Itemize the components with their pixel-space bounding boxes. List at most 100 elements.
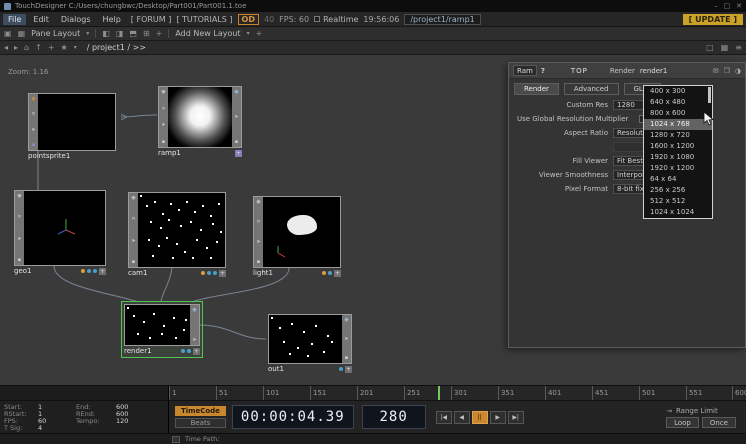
render-flag-icon[interactable]: ➤ [31,127,35,133]
bypass-flag-icon[interactable]: ✕ [131,216,135,222]
viewer-flag-icon[interactable]: ◉ [17,193,21,199]
time-path-menu-button[interactable] [172,436,180,443]
render-flag-icon[interactable]: ➤ [17,236,21,242]
frame-display[interactable]: 280 [362,405,426,429]
node-light1[interactable]: ◉ ✕ ➤ ▪ light1 + [253,196,341,277]
resolution-option[interactable]: 1920 x 1200 [644,163,712,174]
resolution-option[interactable]: 1280 x 720 [644,130,712,141]
node-viewer[interactable] [263,197,340,267]
pane-layout-menu[interactable]: Pane Layout [31,29,80,38]
add-flag-button[interactable]: + [219,270,226,277]
lock-flag-icon[interactable]: ▪ [32,142,35,148]
pane-single-icon[interactable]: ▣ [4,29,12,38]
render-flag-icon[interactable]: ➤ [131,238,135,244]
loop-button[interactable]: Loop [666,417,699,428]
node-ramp1[interactable]: ◉ ✕ ➤ ▪ ◉ ➤ ▪ ramp1 + [158,86,242,157]
viewer-flag-icon[interactable]: ◉ [31,96,35,102]
realtime-checkbox-icon[interactable] [314,16,320,22]
tab-advanced[interactable]: Advanced [564,83,619,95]
tab-render[interactable]: Render [514,83,559,95]
color-dot[interactable] [207,271,211,275]
split-top-icon[interactable]: ⬒ [129,29,137,38]
param-label[interactable]: Use Global Resolution Multiplier [509,115,633,123]
export-flag-icon[interactable]: ➤ [192,337,196,343]
op-name-label[interactable]: render1 [640,67,668,75]
bypass-flag-icon[interactable]: ✕ [31,111,35,117]
viewer-mode-icon[interactable]: □ [706,43,714,52]
custom-res-width-field[interactable]: 1280 [613,100,645,110]
resolution-option[interactable]: 640 x 480 [644,97,712,108]
display-flag-icon[interactable]: ◉ [192,307,196,313]
resolution-dropdown[interactable]: 400 x 300640 x 480800 x 6001024 x 768128… [643,85,713,219]
forum-link[interactable]: [ FORUM ] [131,15,172,24]
color-dot[interactable] [328,271,332,275]
color-dot[interactable] [187,349,191,353]
param-label[interactable]: Aspect Ratio [509,129,613,137]
maximize-button[interactable]: □ [724,2,731,10]
display-flag-icon[interactable]: ◉ [344,317,348,323]
tutorials-link[interactable]: [ TUTORIALS ] [176,15,232,24]
grid-view-icon[interactable]: ▦ [721,43,729,52]
bypass-flag-icon[interactable]: ✕ [17,214,21,220]
forward-icon[interactable]: ▸ [14,43,18,52]
current-path-field[interactable]: /project1/ramp1 [404,14,480,25]
menu-item[interactable]: File [3,14,26,25]
display-flag-icon[interactable]: ◉ [234,89,238,95]
language-toggle-icon[interactable]: ◑ [735,67,741,75]
resolution-option[interactable]: 64 x 64 [644,174,712,185]
render-flag-icon[interactable]: ➤ [256,239,260,245]
color-dot[interactable] [213,271,217,275]
resolution-option[interactable]: 1024 x 1024 [644,207,712,218]
op-name-field[interactable]: Ram [513,65,537,76]
bookmark-star-icon[interactable]: ★ [61,43,68,52]
viewer-flag-icon[interactable]: ◉ [161,89,165,95]
breadcrumb[interactable]: / project1 / >> [87,43,146,52]
timecode-mode-button[interactable]: TimeCode [175,406,226,416]
jump-to-start-button[interactable]: |◀ [436,411,452,424]
copy-icon[interactable]: ❐ [724,67,730,75]
resolution-option[interactable]: 1024 x 768 [644,119,712,130]
node-viewer[interactable] [38,94,115,150]
bypass-flag-icon[interactable]: ✕ [256,219,260,225]
resolution-option[interactable]: 256 x 256 [644,185,712,196]
node-pointsprite1[interactable]: ◉ ✕ ➤ ▪ pointsprite1 [28,93,116,160]
add-flag-button[interactable]: + [99,268,106,275]
menu-item[interactable]: Edit [28,14,54,25]
color-dot[interactable] [87,269,91,273]
add-bookmark-icon[interactable]: + [48,43,55,52]
lock-flag-icon[interactable]: ▪ [235,139,238,145]
add-flag-button[interactable]: + [334,270,341,277]
jump-to-end-button[interactable]: ▶| [508,411,524,424]
color-dot[interactable] [201,271,205,275]
pause-button[interactable]: || [472,411,488,424]
add-new-layout-menu[interactable]: Add New Layout [175,29,240,38]
lock-flag-icon[interactable]: ▪ [162,139,165,145]
add-flag-button[interactable]: + [193,348,200,355]
color-dot[interactable] [81,269,85,273]
param-label[interactable]: Pixel Format [509,185,613,193]
color-dot[interactable] [181,349,185,353]
param-label[interactable]: Fill Viewer [509,157,613,165]
lock-flag-icon[interactable]: ▪ [257,259,260,265]
lock-flag-icon[interactable]: ▪ [18,257,21,263]
add-pane-icon[interactable]: + [156,29,163,38]
bypass-flag-icon[interactable]: ✕ [161,106,165,112]
split-quad-icon[interactable]: ⊞ [143,29,150,38]
viewer-flag-icon[interactable]: ◉ [131,195,135,201]
add-flag-button[interactable]: + [345,366,352,373]
resolution-option[interactable]: 512 x 512 [644,196,712,207]
node-geo1[interactable]: ◉ ✕ ➤ ▪ geo1 [14,190,106,275]
split-right-icon[interactable]: ◨ [116,29,124,38]
dropdown-scrollbar[interactable] [708,87,711,103]
node-out1[interactable]: ◉ ➤ ▪ out1 + [268,314,352,373]
lock-flag-icon[interactable]: ▪ [345,355,348,361]
add-layout-icon[interactable]: + [256,29,263,38]
resolution-option[interactable]: 800 x 600 [644,108,712,119]
beats-mode-button[interactable]: Beats [175,418,226,428]
play-forward-button[interactable]: ▶ [490,411,506,424]
menu-item[interactable]: Dialogs [56,14,96,25]
resolution-option[interactable]: 1920 x 1080 [644,152,712,163]
node-viewer[interactable] [269,315,342,363]
lock-flag-icon[interactable]: ▪ [132,259,135,265]
export-flag-icon[interactable]: ➤ [344,336,348,342]
